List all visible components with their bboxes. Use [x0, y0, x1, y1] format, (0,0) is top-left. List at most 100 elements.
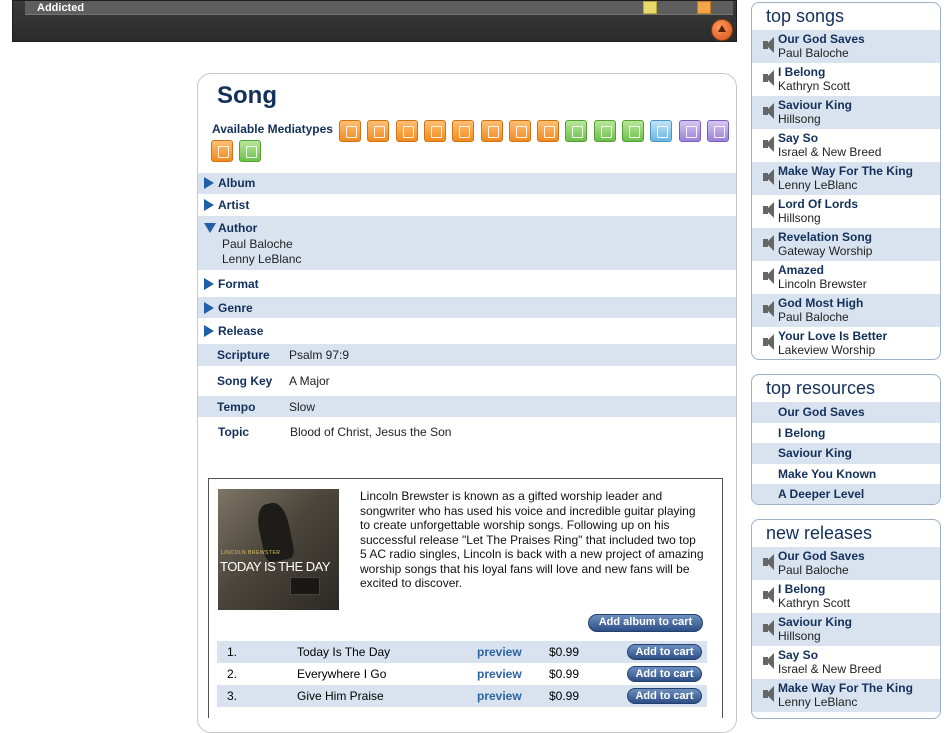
song-title[interactable]: Your Love Is Better: [778, 329, 887, 343]
song-title[interactable]: Make Way For The King: [778, 681, 913, 695]
song-list-item[interactable]: Make Way For The King Lenny LeBlanc: [752, 679, 940, 712]
song-list-item[interactable]: Lord Of Lords Hillsong: [752, 195, 940, 228]
song-title[interactable]: Amazed: [778, 263, 824, 277]
song-list-item[interactable]: Saviour King Hillsong: [752, 613, 940, 646]
sheet-mediatype-icon[interactable]: [593, 120, 616, 142]
audio-mediatype-icon[interactable]: [339, 120, 361, 142]
song-title[interactable]: Saviour King: [778, 615, 852, 629]
speaker-icon[interactable]: [763, 686, 774, 702]
speaker-icon[interactable]: [763, 268, 774, 284]
audio-mediatype-icon[interactable]: [211, 140, 233, 162]
speaker-icon[interactable]: [763, 235, 774, 251]
add-album-to-cart-button[interactable]: Add album to cart: [588, 614, 703, 632]
speaker-icon[interactable]: [763, 70, 774, 86]
song-artist: Kathryn Scott: [778, 596, 851, 610]
song-list-item[interactable]: Revelation Song Gateway Worship: [752, 228, 940, 261]
resource-title[interactable]: Make You Known: [778, 467, 876, 481]
song-title[interactable]: Revelation Song: [778, 230, 872, 244]
preview-link[interactable]: preview: [477, 689, 522, 703]
song-title[interactable]: Lord Of Lords: [778, 197, 858, 211]
resource-list-item[interactable]: A Deeper Level: [752, 484, 940, 504]
speaker-icon[interactable]: [763, 334, 774, 350]
song-list-item[interactable]: Say So Israel & New Breed: [752, 646, 940, 679]
expand-arrow-icon[interactable]: [204, 199, 214, 211]
song-title[interactable]: Our God Saves: [778, 32, 865, 46]
resource-list-item[interactable]: I Belong: [752, 423, 940, 444]
song-title[interactable]: Our God Saves: [778, 549, 865, 563]
speaker-icon[interactable]: [763, 202, 774, 218]
speaker-icon[interactable]: [763, 37, 774, 53]
song-list-item[interactable]: Saviour King Hillsong: [752, 96, 940, 129]
speaker-icon[interactable]: [763, 136, 774, 152]
audio-mediatype-icon[interactable]: [480, 120, 503, 142]
audio-mediatype-icon[interactable]: [395, 120, 418, 142]
song-list-item[interactable]: Say So Israel & New Breed: [752, 129, 940, 162]
now-playing-track[interactable]: Addicted: [25, 1, 733, 15]
song-title[interactable]: I Belong: [778, 582, 825, 596]
expand-arrow-icon[interactable]: [204, 302, 214, 314]
section-album[interactable]: Album: [198, 173, 736, 194]
album-box: LINCOLN BREWSTER TODAY IS THE DAY Lincol…: [208, 478, 723, 718]
expand-arrow-icon[interactable]: [204, 278, 214, 290]
song-title[interactable]: I Belong: [778, 65, 825, 79]
album-cover-image[interactable]: LINCOLN BREWSTER TODAY IS THE DAY: [218, 489, 339, 610]
audio-mediatype-icon[interactable]: [452, 120, 475, 142]
add-to-cart-button[interactable]: Add to cart: [627, 644, 702, 660]
person-mediatype-icon[interactable]: [706, 120, 729, 142]
song-key-value: A Major: [289, 374, 330, 388]
speaker-icon[interactable]: [763, 301, 774, 317]
preview-link[interactable]: preview: [477, 645, 522, 659]
tempo-value: Slow: [289, 400, 316, 414]
add-to-cart-button[interactable]: Add to cart: [627, 688, 702, 704]
sheet-mediatype-icon[interactable]: [239, 140, 261, 162]
eject-icon[interactable]: [711, 19, 733, 41]
song-list-item[interactable]: God Most High Paul Baloche: [752, 294, 940, 327]
section-artist[interactable]: Artist: [198, 194, 736, 216]
song-list-item[interactable]: I Belong Kathryn Scott: [752, 580, 940, 613]
track-number: 2.: [227, 667, 238, 681]
section-release[interactable]: Release: [198, 320, 736, 342]
audio-mediatype-icon[interactable]: [537, 120, 560, 142]
song-list-item[interactable]: Amazed Lincoln Brewster: [752, 261, 940, 294]
audio-mediatype-icon[interactable]: [367, 120, 390, 142]
audio-mediatype-icon[interactable]: [423, 120, 446, 142]
resource-list-item[interactable]: Make You Known: [752, 464, 940, 485]
song-title[interactable]: Say So: [778, 131, 818, 145]
song-title[interactable]: Saviour King: [778, 98, 852, 112]
speaker-icon[interactable]: [763, 587, 774, 603]
sheet-mediatype-icon[interactable]: [622, 120, 644, 142]
resource-title[interactable]: I Belong: [778, 426, 825, 440]
video-mediatype-icon[interactable]: [650, 120, 673, 142]
song-title[interactable]: Say So: [778, 648, 818, 662]
expand-arrow-icon[interactable]: [204, 177, 214, 189]
song-list-item[interactable]: Our God Saves Paul Baloche: [752, 547, 940, 580]
audio-icon[interactable]: [697, 1, 711, 14]
section-author[interactable]: Author Paul Baloche Lenny LeBlanc: [198, 216, 736, 270]
song-list-item[interactable]: Your Love Is Better Lakeview Worship: [752, 327, 940, 359]
speaker-icon[interactable]: [763, 554, 774, 570]
sheet-music-icon[interactable]: [643, 1, 657, 14]
section-genre[interactable]: Genre: [198, 297, 736, 318]
song-title[interactable]: Make Way For The King: [778, 164, 913, 178]
song-list-item[interactable]: Make Way For The King Lenny LeBlanc: [752, 162, 940, 195]
speaker-icon[interactable]: [763, 653, 774, 669]
section-format[interactable]: Format: [198, 273, 736, 295]
sheet-mediatype-icon[interactable]: [565, 120, 588, 142]
resource-title[interactable]: A Deeper Level: [778, 487, 864, 501]
speaker-icon[interactable]: [763, 169, 774, 185]
resource-list-item[interactable]: Saviour King: [752, 443, 940, 464]
song-title[interactable]: God Most High: [778, 296, 863, 310]
audio-mediatype-icon[interactable]: [508, 120, 531, 142]
add-to-cart-button[interactable]: Add to cart: [627, 666, 702, 682]
collapse-arrow-icon[interactable]: [204, 223, 216, 233]
expand-arrow-icon[interactable]: [204, 325, 214, 337]
resource-title[interactable]: Our God Saves: [778, 405, 865, 419]
speaker-icon[interactable]: [763, 103, 774, 119]
resource-list-item[interactable]: Our God Saves: [752, 402, 940, 423]
speaker-icon[interactable]: [763, 620, 774, 636]
person-mediatype-icon[interactable]: [678, 120, 701, 142]
preview-link[interactable]: preview: [477, 667, 522, 681]
resource-title[interactable]: Saviour King: [778, 446, 852, 460]
song-list-item[interactable]: Our God Saves Paul Baloche: [752, 30, 940, 63]
song-list-item[interactable]: I Belong Kathryn Scott: [752, 63, 940, 96]
